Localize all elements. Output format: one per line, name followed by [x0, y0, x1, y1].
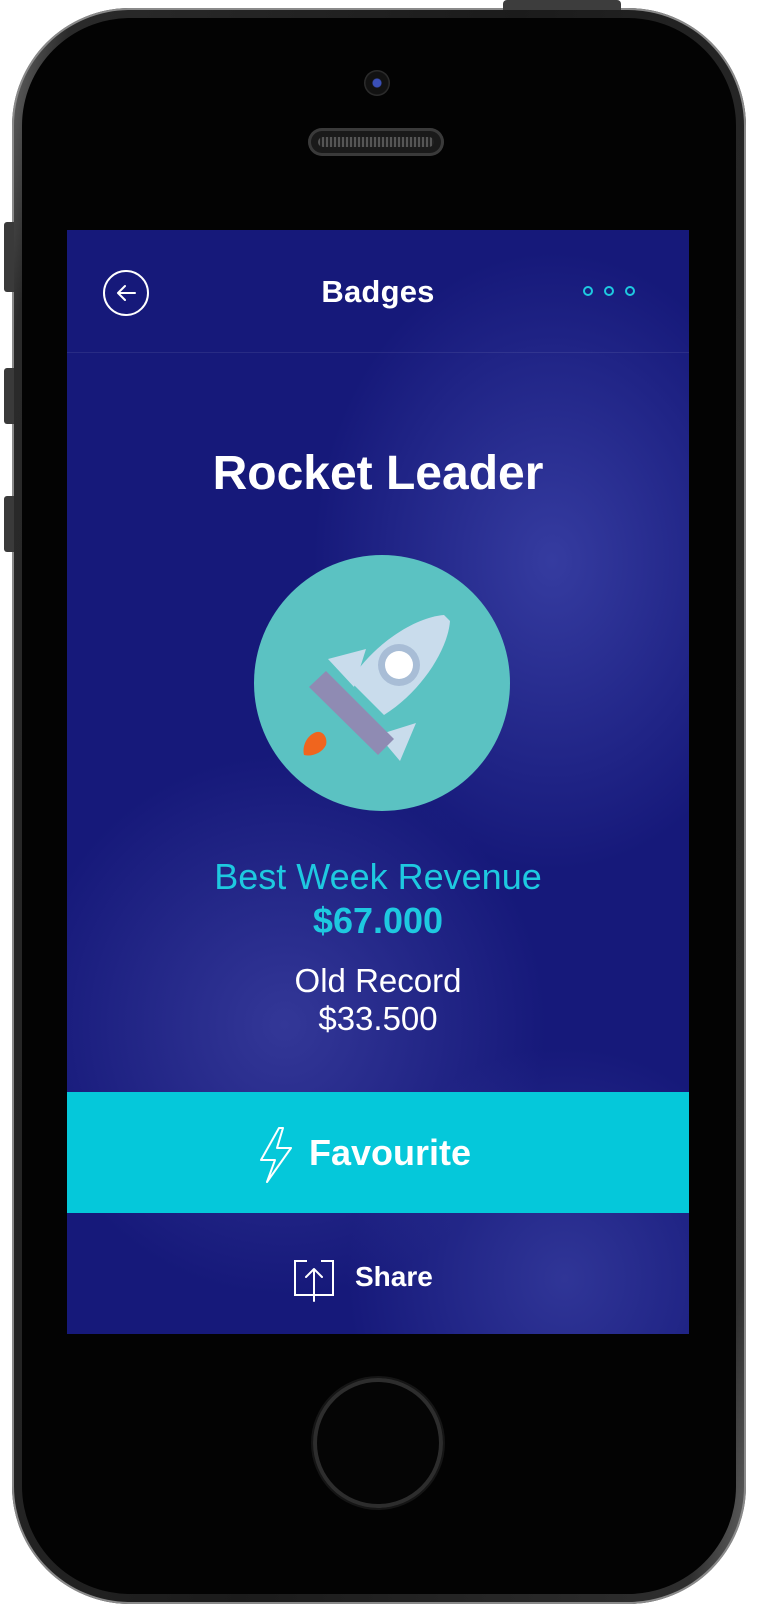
metric-value: $67.000 [312, 900, 444, 941]
volume-down-button [4, 496, 14, 552]
navigation-bar: Badges [67, 230, 689, 353]
lightning-icon [260, 1127, 292, 1183]
rocket-icon [303, 615, 450, 761]
badge-title: Rocket Leader [212, 447, 544, 500]
favourite-label: Favourite [309, 1132, 472, 1173]
favourite-button[interactable]: Favourite [67, 1092, 689, 1213]
more-dots-icon [583, 286, 593, 296]
old-record-label: Old Record [294, 962, 462, 999]
badge-image [254, 555, 510, 811]
more-button[interactable] [579, 284, 645, 300]
home-button[interactable] [313, 1378, 443, 1508]
share-icon [294, 1260, 334, 1302]
front-camera [364, 70, 390, 96]
old-record-value: $33.500 [318, 1000, 438, 1037]
power-button [503, 0, 621, 10]
more-dots-icon [604, 286, 614, 296]
app-screen: Badges Rocket Leader Best Week Revenue $… [67, 230, 689, 1334]
share-label: Share [355, 1261, 433, 1292]
metric-label: Best Week Revenue [214, 856, 542, 897]
more-dots-icon [625, 286, 635, 296]
earpiece-speaker [308, 128, 444, 156]
mute-switch [4, 222, 14, 292]
share-button[interactable]: Share [67, 1213, 689, 1334]
volume-up-button [4, 368, 14, 424]
